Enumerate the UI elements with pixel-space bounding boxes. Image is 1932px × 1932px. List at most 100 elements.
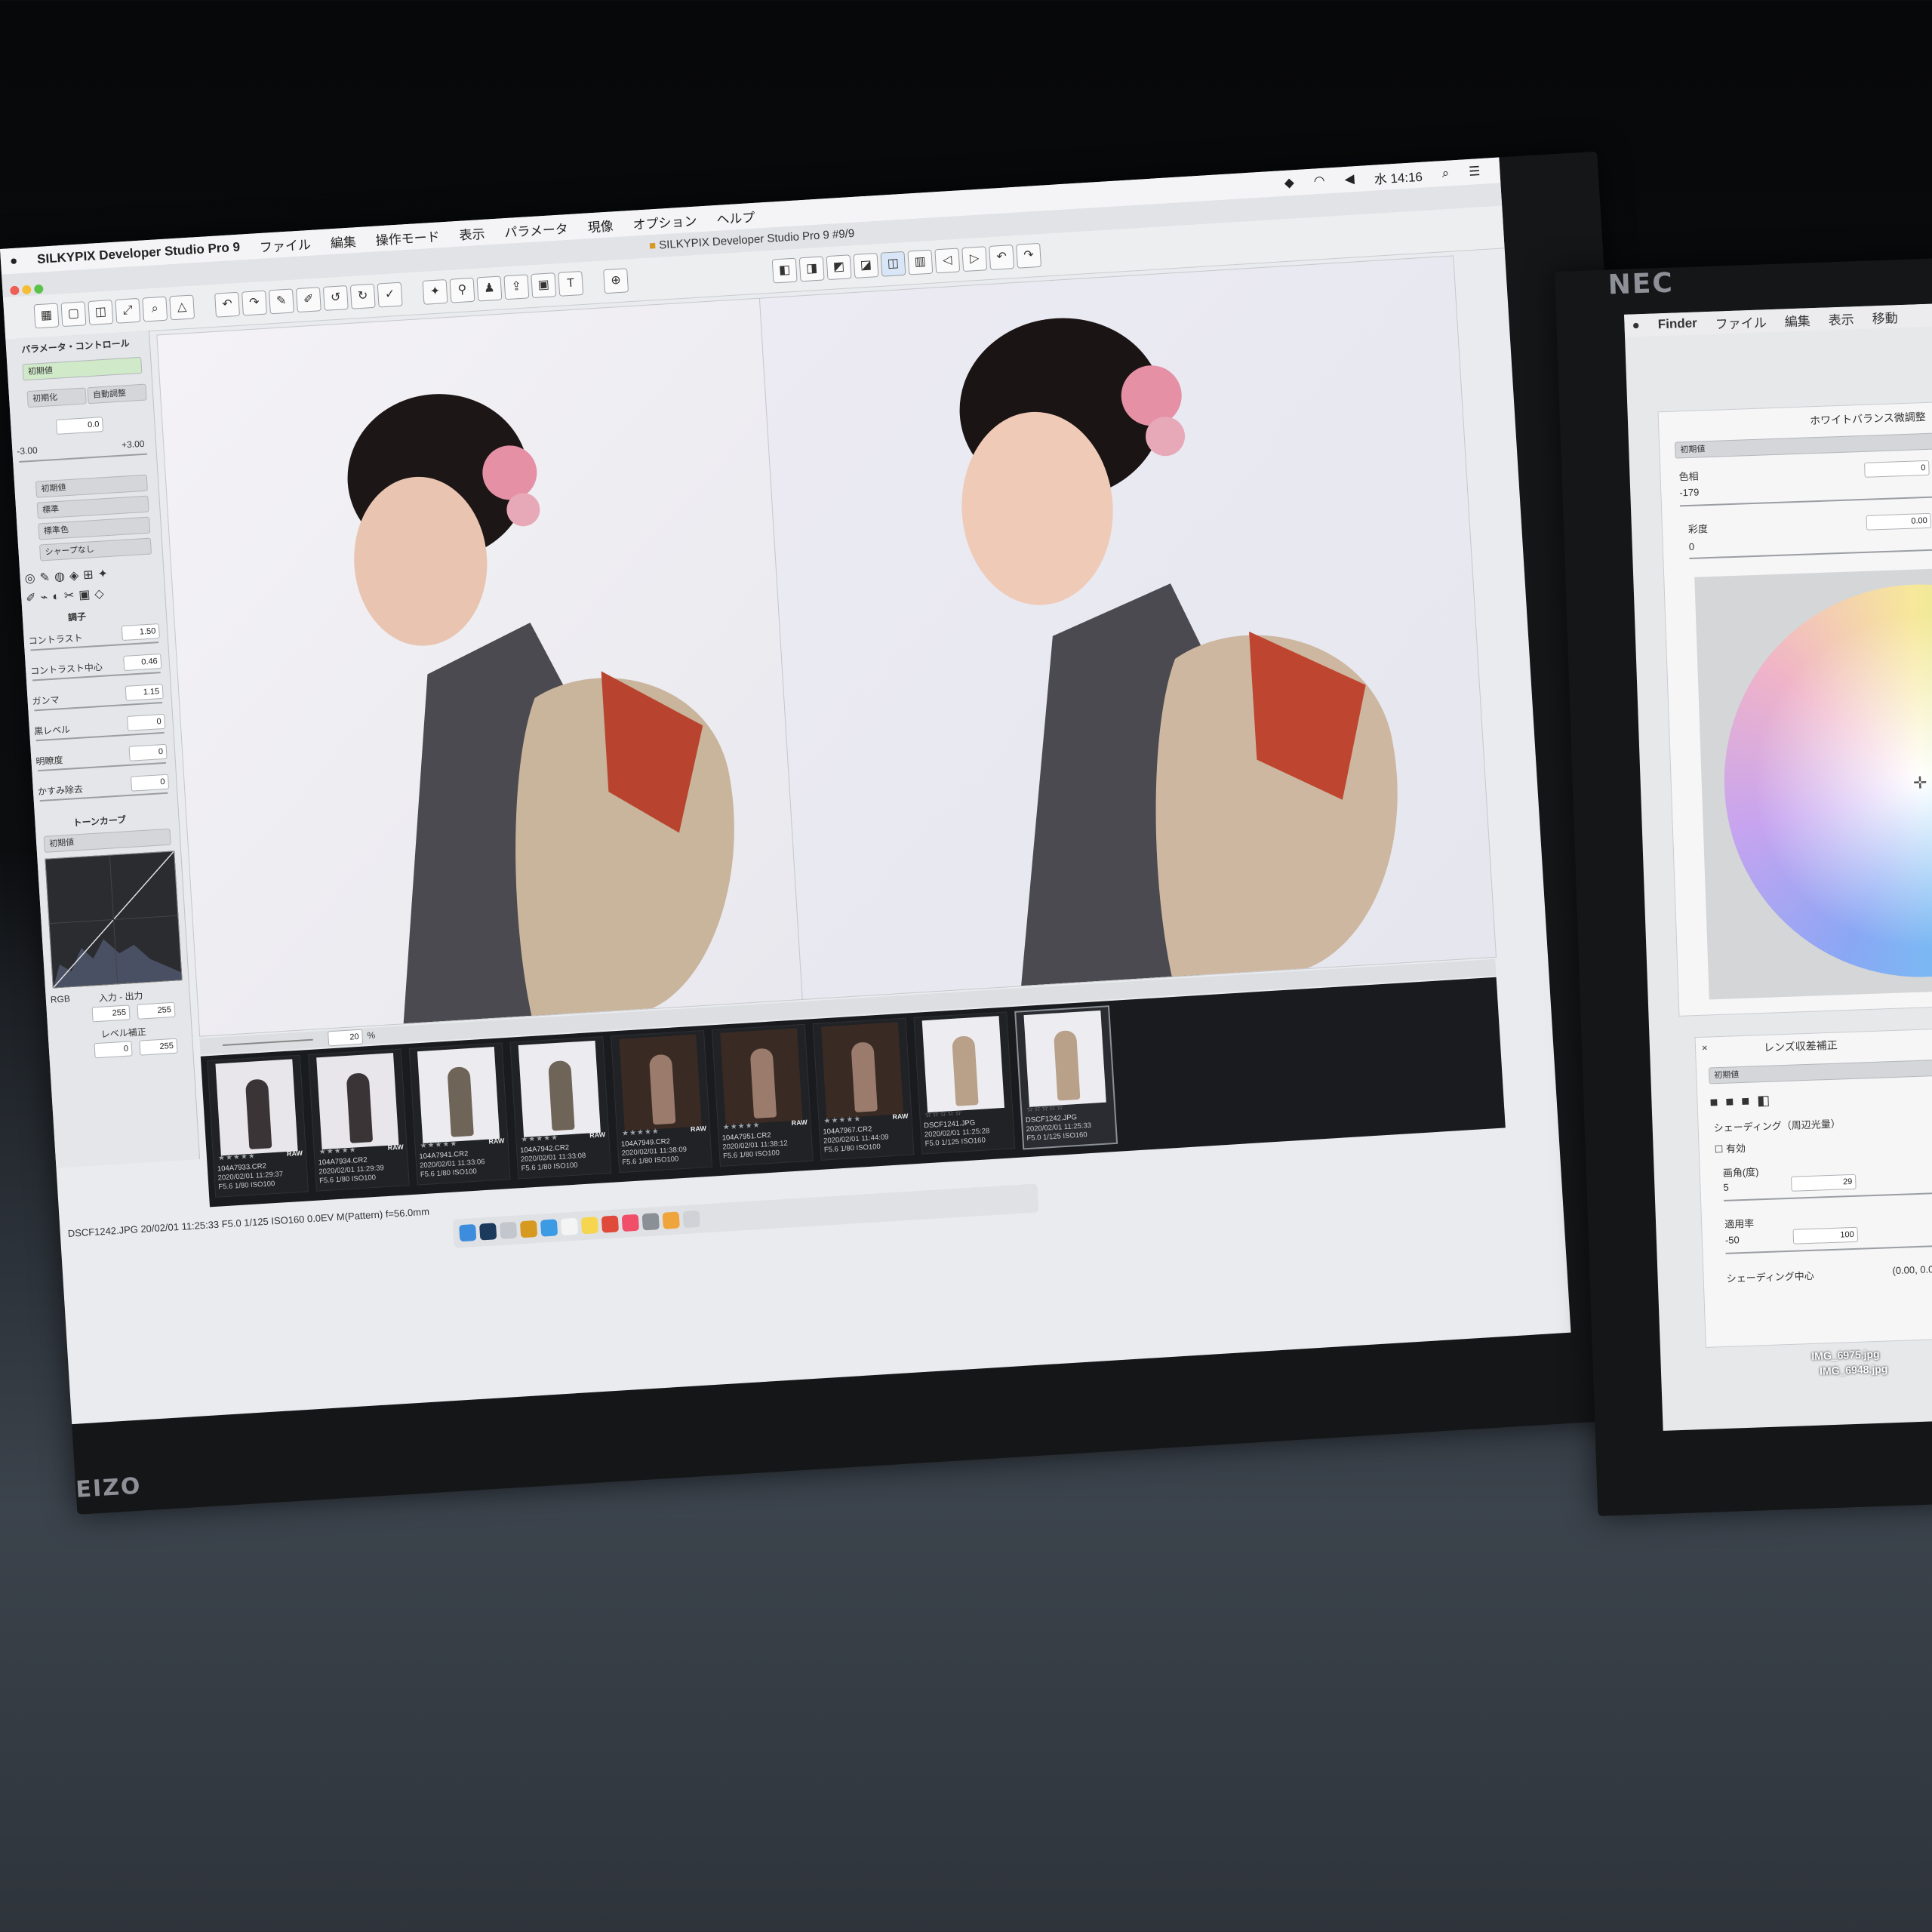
enable-checkbox[interactable]: ☐ 有効 xyxy=(1714,1140,1746,1155)
color-dropdown[interactable]: 標準色 xyxy=(38,516,151,540)
level-low-field[interactable]: 0 xyxy=(94,1041,133,1059)
zoom-tool-icon[interactable]: ⊕ xyxy=(603,268,629,294)
silkypix-icon[interactable] xyxy=(519,1220,538,1238)
rate-slider[interactable] xyxy=(1725,1244,1932,1254)
contrast-center-field[interactable]: 0.46 xyxy=(123,653,162,672)
zoom-field[interactable]: 20 xyxy=(328,1029,364,1047)
io-out-field[interactable]: 255 xyxy=(137,1001,176,1020)
preview-after[interactable] xyxy=(758,255,1497,1000)
clock[interactable]: 水 14:16 xyxy=(1374,165,1423,187)
rating-stars[interactable]: ☆☆☆☆☆ xyxy=(1026,1103,1064,1114)
spot-icon[interactable]: ✦ xyxy=(422,278,448,305)
dropper-icon[interactable]: ⚲ xyxy=(449,277,475,303)
sat-field[interactable]: 0.00 xyxy=(1866,512,1932,531)
desktop-file-2[interactable]: IMG_6948.jpg xyxy=(1820,1362,1888,1377)
history-back-icon[interactable]: ↶ xyxy=(989,245,1015,270)
undo-icon[interactable]: ↶ xyxy=(214,291,241,318)
settings-icon[interactable] xyxy=(641,1213,660,1231)
finder-menu[interactable]: Finder xyxy=(1657,315,1697,332)
rating-stars[interactable]: ★★★★★ xyxy=(420,1140,457,1150)
compare-d-icon[interactable]: ◪ xyxy=(853,253,879,278)
filmstrip-thumbnail[interactable]: ★★★★★ RAW 104A7967.CR2 2020/02/01 11:44:09 F… xyxy=(812,1017,915,1161)
spotlight-icon[interactable]: ⌕ xyxy=(1441,166,1450,182)
volume-icon[interactable]: ◀ xyxy=(1344,171,1355,187)
zoom-window-button[interactable] xyxy=(34,284,45,294)
tonecurve-preset-dropdown[interactable]: 初期値 xyxy=(43,828,171,853)
exposure-field[interactable]: 0.0 xyxy=(55,417,104,435)
menu-view[interactable]: 表示 xyxy=(459,223,485,243)
menu-go[interactable]: 移動 xyxy=(1872,307,1898,327)
exposure-slider[interactable] xyxy=(19,453,148,463)
close-window-button[interactable] xyxy=(10,285,20,296)
trash-icon[interactable] xyxy=(682,1210,700,1229)
clarity-field[interactable]: 0 xyxy=(128,743,168,761)
tone-dropdown[interactable]: 標準 xyxy=(36,495,149,519)
reset-button[interactable]: 初期化 xyxy=(26,387,87,408)
lens-mode-icons[interactable]: ■■■◧ xyxy=(1709,1092,1777,1110)
rating-stars[interactable]: ★★★★★ xyxy=(521,1134,558,1144)
sharpness-dropdown[interactable]: シャープなし xyxy=(39,537,152,561)
level-high-field[interactable]: 255 xyxy=(139,1038,178,1056)
check-icon[interactable]: ✓ xyxy=(377,281,403,308)
split-view-alt-icon[interactable]: ▥ xyxy=(907,249,934,275)
filmstrip-thumbnail[interactable]: ☆☆☆☆☆ DSCF1242.JPG 2020/02/01 11:25:33 F5.0… xyxy=(1014,1005,1118,1150)
photoshop-icon[interactable] xyxy=(479,1223,497,1241)
safari-icon[interactable] xyxy=(540,1219,558,1237)
auto-adjust-button[interactable]: 自動調整 xyxy=(87,383,147,405)
rating-stars[interactable]: ☆☆☆☆☆ xyxy=(924,1109,962,1119)
rating-stars[interactable]: ★★★★★ xyxy=(319,1146,357,1156)
wb-preset-dropdown[interactable]: 初期値 xyxy=(1674,432,1932,459)
single-view-icon[interactable]: ▢ xyxy=(60,301,87,328)
color-wheel[interactable]: ✛ xyxy=(1694,568,1932,1000)
hue-slider[interactable] xyxy=(1679,495,1932,507)
next-image-icon[interactable]: ▷ xyxy=(961,246,988,272)
menu-option[interactable]: オプション xyxy=(632,210,697,232)
split-view-icon[interactable]: ◫ xyxy=(880,251,906,277)
zoom-slider[interactable] xyxy=(222,1038,313,1046)
chrome-icon[interactable] xyxy=(601,1215,620,1233)
text-icon[interactable]: T xyxy=(558,270,584,297)
redo-icon[interactable]: ↷ xyxy=(242,290,267,316)
rating-stars[interactable]: ★★★★★ xyxy=(218,1152,256,1163)
warning-icon[interactable]: △ xyxy=(169,294,195,321)
photos-icon[interactable] xyxy=(662,1211,680,1229)
stamp-icon[interactable]: ♟ xyxy=(476,275,503,302)
filmstrip-thumbnail[interactable]: ★★★★★ RAW 104A7949.CR2 2020/02/01 11:38:09 F… xyxy=(611,1029,713,1174)
menu-file[interactable]: ファイル xyxy=(1715,312,1767,332)
sat-slider[interactable] xyxy=(1689,548,1932,560)
compare-b-icon[interactable]: ◨ xyxy=(798,256,825,282)
hue-field[interactable]: 0 xyxy=(1864,460,1930,478)
tone-curve-graph[interactable] xyxy=(45,851,183,989)
export-icon[interactable]: ⇪ xyxy=(503,274,530,300)
compare-c-icon[interactable]: ◩ xyxy=(826,254,852,281)
filmstrip-thumbnail[interactable]: ★★★★★ RAW 104A7933.CR2 2020/02/01 11:29:37 F… xyxy=(207,1054,309,1198)
calendar-icon[interactable] xyxy=(560,1217,579,1236)
filmstrip-thumbnail[interactable]: ★★★★★ RAW 104A7951.CR2 2020/02/01 11:38:12 F… xyxy=(711,1023,814,1168)
preview-before[interactable] xyxy=(156,297,804,1037)
finder-icon[interactable] xyxy=(459,1223,477,1242)
desktop-file-1[interactable]: IMG_6975.jpg xyxy=(1811,1348,1880,1362)
notes-icon[interactable] xyxy=(580,1217,599,1235)
filmstrip-thumbnail[interactable]: ☆☆☆☆☆ DSCF1241.JPG 2020/02/01 11:25:28 F5.0… xyxy=(913,1011,1016,1155)
rate-field[interactable]: 100 xyxy=(1792,1226,1859,1244)
rotate-left-icon[interactable]: ↺ xyxy=(322,285,349,311)
menu-develop[interactable]: 現像 xyxy=(587,215,614,235)
filmstrip-thumbnail[interactable]: ★★★★★ RAW 104A7941.CR2 2020/02/01 11:33:06 F… xyxy=(408,1042,511,1186)
crosshair-icon[interactable]: ✛ xyxy=(1912,773,1927,793)
history-forward-icon[interactable]: ↷ xyxy=(1016,242,1042,269)
filmstrip-thumbnail[interactable]: ★★★★★ RAW 104A7934.CR2 2020/02/01 11:29:39 F… xyxy=(307,1048,410,1192)
tool-grid-icon[interactable]: ◎✎◍◈⊞✦ xyxy=(24,566,112,586)
menu-help[interactable]: ヘルプ xyxy=(716,206,755,227)
apple-menu-icon[interactable]: ● xyxy=(9,254,17,269)
minimize-window-button[interactable] xyxy=(22,285,32,295)
menu-parameter[interactable]: パラメータ xyxy=(504,218,569,241)
photo-icon[interactable]: ▣ xyxy=(531,272,557,299)
launchpad-icon[interactable] xyxy=(499,1221,518,1239)
rating-stars[interactable]: ★★★★★ xyxy=(622,1128,660,1138)
menu-edit[interactable]: 編集 xyxy=(330,231,356,251)
close-panel-icon[interactable]: × xyxy=(1702,1042,1708,1054)
loupe-icon[interactable]: ⌕ xyxy=(142,296,168,322)
rating-stars[interactable]: ★★★★★ xyxy=(823,1115,861,1125)
menu-file[interactable]: ファイル xyxy=(259,233,311,255)
fullscreen-icon[interactable]: ⤢ xyxy=(115,297,141,324)
